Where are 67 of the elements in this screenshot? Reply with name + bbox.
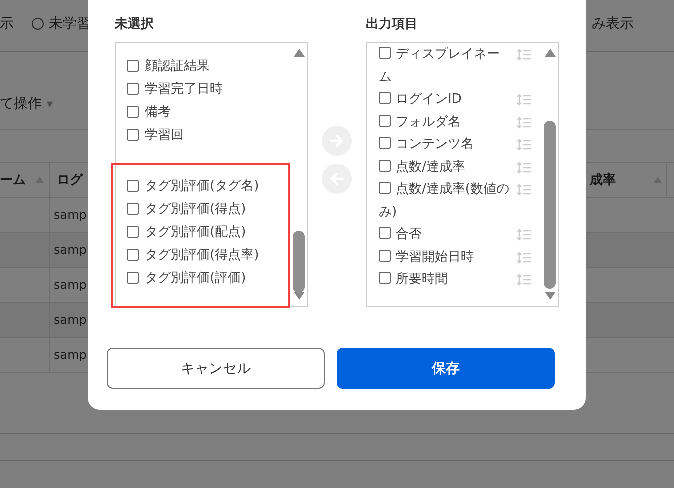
checkbox[interactable]: [127, 60, 139, 72]
scroll-down-icon[interactable]: [544, 292, 556, 300]
column-header[interactable]: ーム: [0, 171, 26, 189]
scroll-up-icon[interactable]: [544, 49, 556, 57]
list-item[interactable]: タグ別評価(評価): [145, 268, 246, 286]
list-item[interactable]: ディスプレイネーム: [379, 44, 511, 89]
radio-button[interactable]: [32, 18, 44, 30]
list-item[interactable]: 点数/達成率: [379, 156, 511, 179]
scroll-up-icon[interactable]: [294, 49, 304, 57]
filter-label: 示: [0, 14, 14, 32]
checkbox[interactable]: [379, 182, 391, 194]
checkbox[interactable]: [127, 82, 139, 94]
list-item[interactable]: 備考: [145, 102, 171, 120]
reorder-handle-icon[interactable]: [517, 184, 531, 196]
reorder-handle-icon[interactable]: [517, 252, 531, 264]
list-item[interactable]: ログインID: [379, 89, 511, 112]
list-item[interactable]: タグ別評価(得点率): [145, 246, 260, 264]
checkbox[interactable]: [127, 226, 139, 238]
checkbox[interactable]: [379, 92, 391, 104]
table-cell-text: samp: [53, 208, 87, 222]
checkbox[interactable]: [127, 272, 139, 284]
reorder-handle-icon[interactable]: [517, 162, 531, 174]
checkbox[interactable]: [127, 128, 139, 140]
table-cell-text: samp: [53, 313, 87, 327]
list-item[interactable]: 学習回: [145, 126, 184, 144]
list-title: 未選択: [115, 16, 155, 34]
list-item[interactable]: 顔認証結果: [145, 56, 210, 74]
reorder-handle-icon[interactable]: [517, 116, 531, 128]
filter-label: み表示: [592, 14, 634, 32]
list-item[interactable]: 学習開始日時: [379, 246, 511, 269]
scrollbar-thumb[interactable]: [544, 121, 556, 289]
checkbox[interactable]: [127, 180, 139, 192]
table-cell-text: samp: [53, 278, 87, 292]
checkbox[interactable]: [379, 47, 391, 59]
list-item[interactable]: コンテンツ名: [379, 134, 511, 156]
reorder-handle-icon[interactable]: [517, 49, 531, 61]
list-item[interactable]: タグ別評価(得点): [145, 200, 246, 218]
cancel-button[interactable]: キャンセル: [107, 348, 325, 389]
checkbox[interactable]: [379, 250, 391, 262]
reorder-handle-icon[interactable]: [517, 229, 531, 241]
list-item[interactable]: 点数/達成率(数値のみ): [379, 179, 511, 224]
list-item[interactable]: 学習完了日時: [145, 80, 223, 98]
table-cell-text: samp: [53, 348, 87, 362]
scrollbar-thumb[interactable]: [293, 231, 305, 293]
list-title: 出力項目: [366, 16, 419, 34]
list-item[interactable]: 所要時間: [379, 269, 511, 292]
checkbox[interactable]: [127, 106, 139, 118]
reorder-handle-icon[interactable]: [517, 94, 531, 106]
checkbox[interactable]: [127, 248, 139, 260]
checkbox[interactable]: [379, 227, 391, 239]
list-item[interactable]: タグ別評価(配点): [145, 222, 246, 240]
table-cell-text: samp: [53, 243, 87, 257]
checkbox[interactable]: [379, 137, 391, 149]
list-item[interactable]: フォルダ名: [379, 112, 511, 134]
checkbox[interactable]: [379, 114, 391, 126]
list-item[interactable]: 合否: [379, 224, 511, 246]
column-header[interactable]: 成率: [590, 171, 616, 189]
checkbox[interactable]: [379, 272, 391, 284]
checkbox[interactable]: [379, 160, 391, 172]
bulk-action-dropdown[interactable]: て操作: [0, 95, 42, 113]
reorder-handle-icon[interactable]: [517, 139, 531, 151]
column-header[interactable]: ログ: [57, 171, 83, 189]
reorder-handle-icon[interactable]: [517, 274, 531, 286]
caret-icon: ▾: [47, 97, 54, 111]
list-item[interactable]: タグ別評価(タグ名): [145, 176, 260, 194]
save-button[interactable]: 保存: [337, 348, 555, 389]
checkbox[interactable]: [127, 202, 139, 214]
